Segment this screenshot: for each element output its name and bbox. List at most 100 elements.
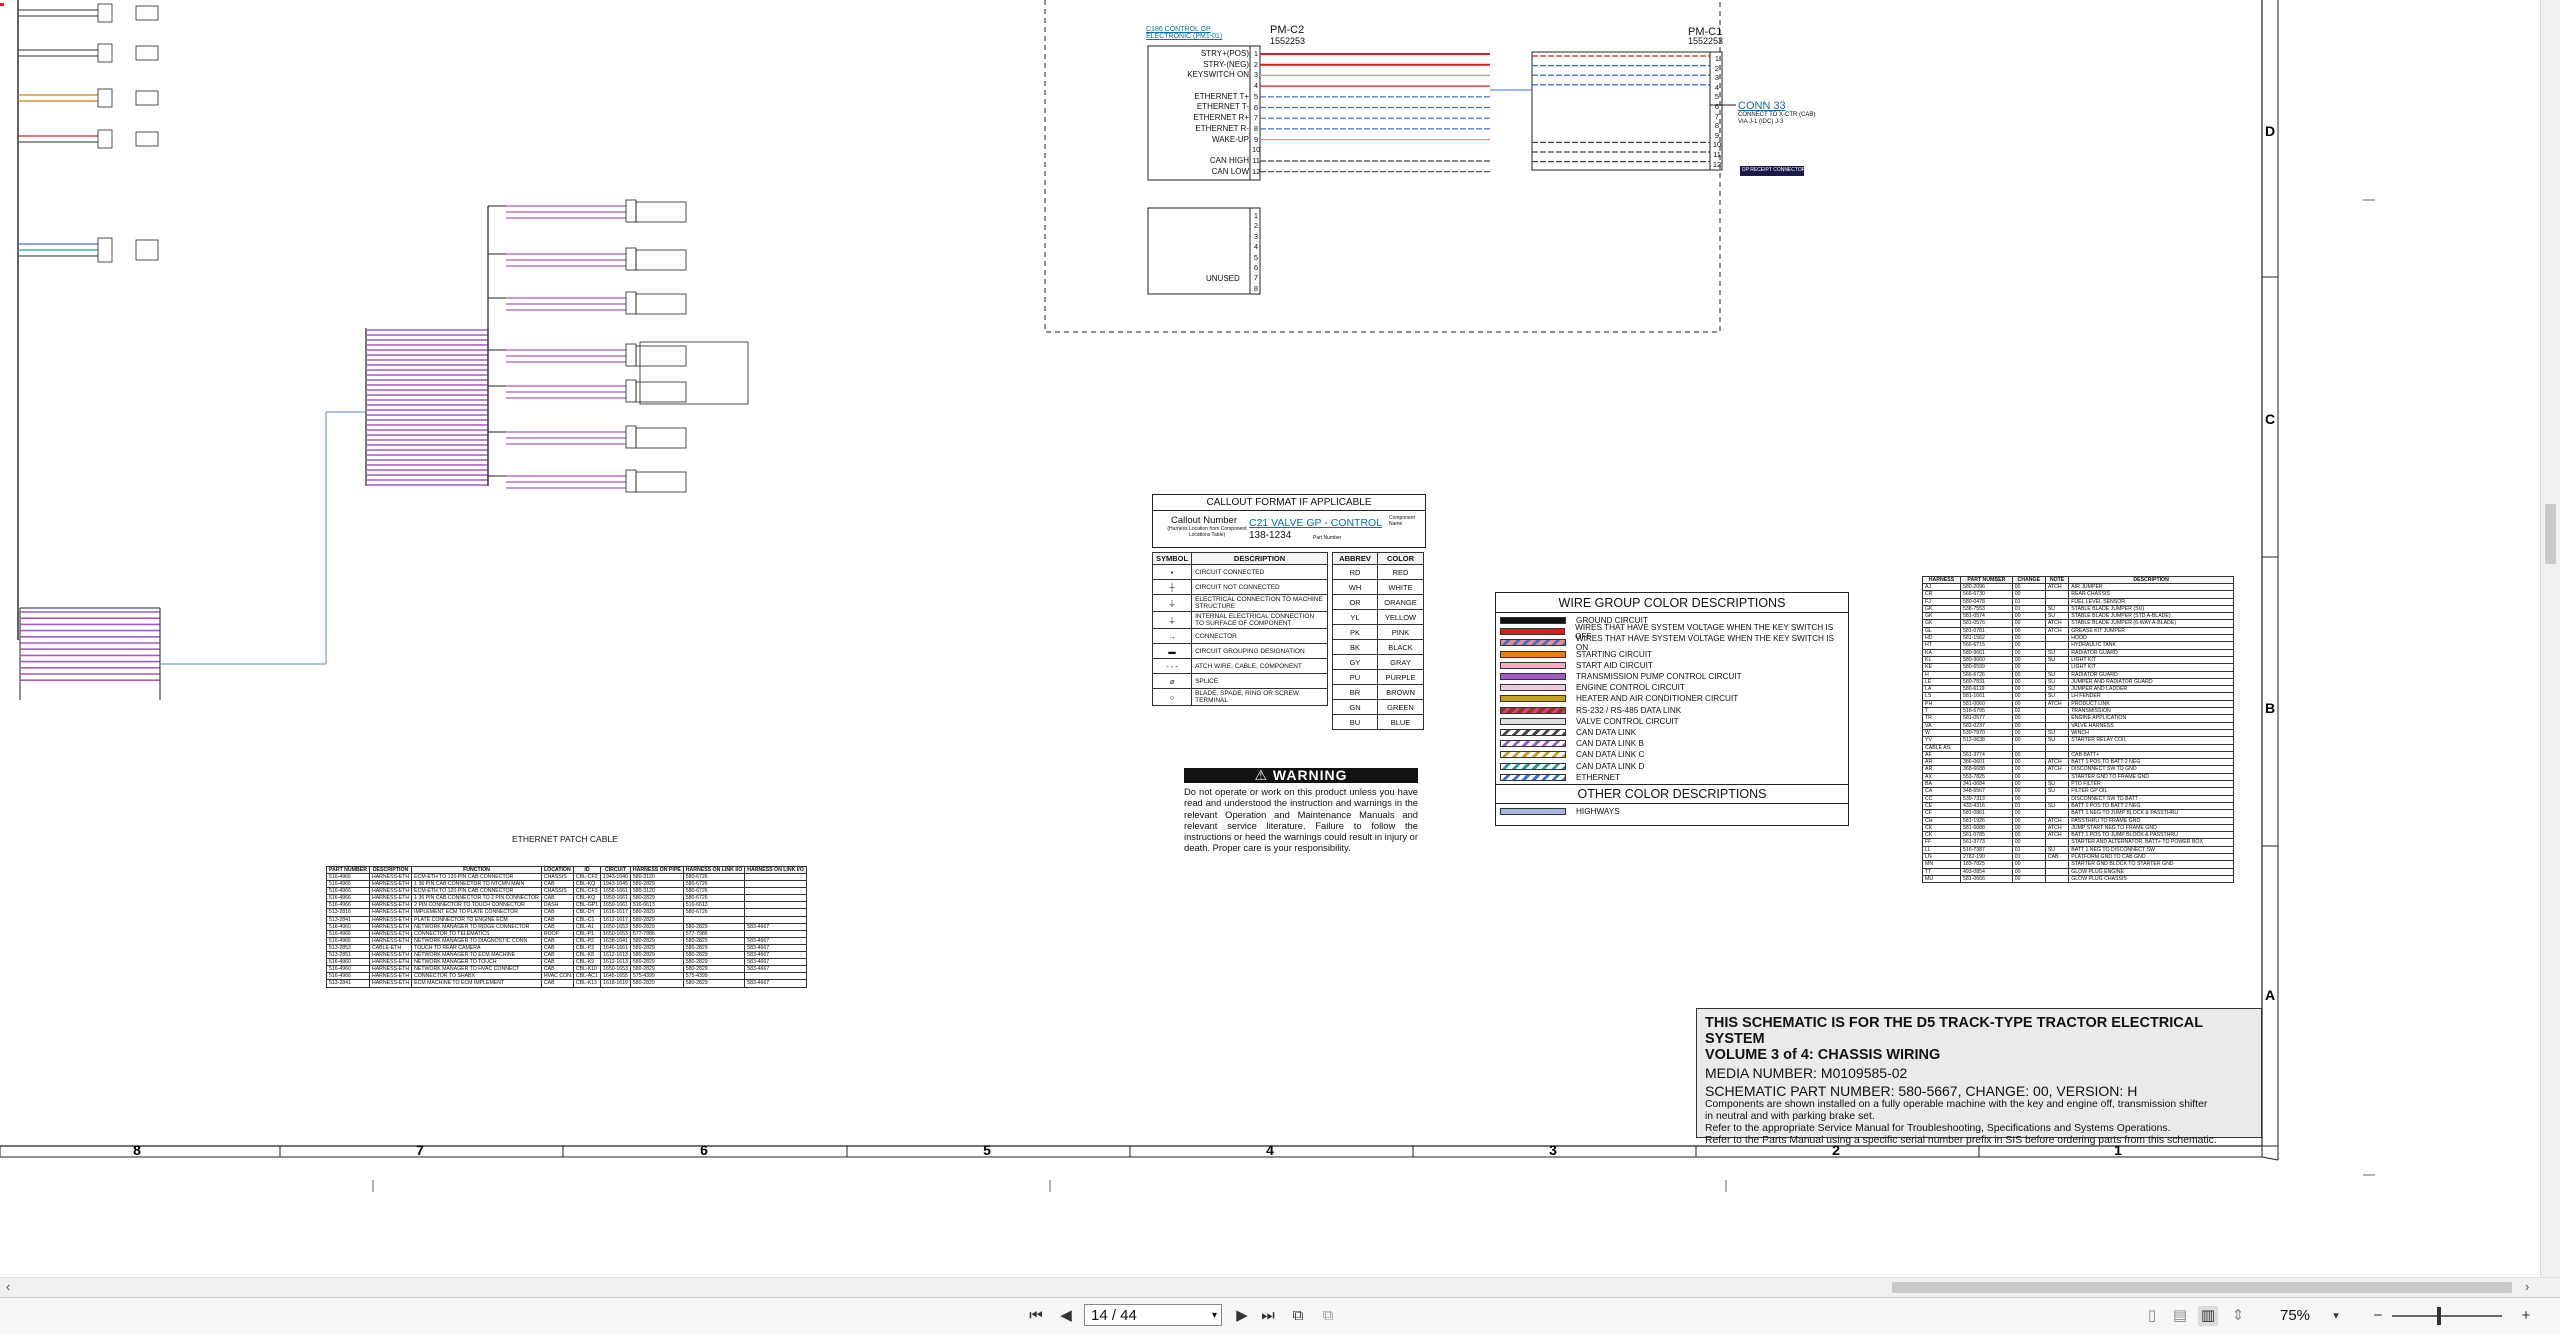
ethernet-row: 516-4966 HARNESS-ETH 1 36 PIN CAB CONNECTO… [326,894,807,903]
ethernet-cell: CONNECTOR TO TELEMATICS [411,929,542,938]
fit-page-icon[interactable]: ⧉ [1288,1306,1308,1326]
harness-cell: 433-4316 [1959,801,2013,811]
harness-cell: 00 [2011,714,2046,723]
pm-c2-callout[interactable]: C186 CONTROL GP ELECTRONIC (PM1-01) [1146,26,1222,40]
continuous-view-icon[interactable]: ▤ [2170,1306,2190,1326]
harness-cell: STARTER AND ALTERNATOR, BATT+ TO POWER B… [2068,838,2234,847]
pm-c2-unused-pin-numbers: 12345678 [1252,211,1260,294]
scroll-mode-icon[interactable]: ⇕ [2228,1306,2248,1326]
ethernet-row: 513-2841 HARNESS-ETH PLATE CONNECTOR TO EN… [326,915,807,924]
ethernet-cell: CABLE-ETH [368,943,413,953]
harness-cell: SU [2044,655,2070,665]
conn-33-description: CONNECT TO X-CTR (CAB) VIA J-1 (IDC) J-3 [1738,112,1816,125]
harness-row: LL 516-7387 01 SU BATT 1 NEG TO DISCONNECT S… [1922,845,2234,855]
harness-cell: TR [1922,714,1961,723]
pm-c2-pin-number: 3 [1253,231,1259,241]
harness-row: VA 582-0237 00 VALVE HARNESS [1922,721,2234,730]
color-abbrev: OR [1332,594,1378,610]
harness-header: HARNESS [1922,576,1961,584]
callout-example[interactable]: C21 VALVE GP - CONTROL [1249,517,1382,529]
zoom-dropdown-icon[interactable]: ▾ [2326,1306,2346,1326]
harness-cell: CK [1922,823,1961,833]
horizontal-scrollbar[interactable]: ‹ › [0,1277,2560,1298]
harness-cell: 539-7970 [1959,728,2013,738]
ethernet-cell: 1638-1641 [600,936,631,945]
ethernet-cell: CBL-P3 [572,943,602,953]
wire-color-swatch [1500,684,1566,692]
conn-33-badge: DP RECEIPT CONNECTOR [1742,167,1806,173]
ethernet-header: HARNESS ON PIPE [629,866,684,874]
harness-row: FF 561-3773 00 STARTER AND ALTERNATOR, BATT… [1922,838,2234,847]
last-page-icon[interactable]: ⏭ [1258,1306,1278,1326]
harness-row: FJ 580-0478 01 FUEL LEVEL SENSOR [1922,597,2234,606]
harness-cell: GL [1922,626,1961,636]
pm-c2-part: 1552253 [1270,36,1306,46]
harness-cell: SU [2044,787,2070,796]
page-dropdown-icon[interactable]: ▾ [1212,1305,1217,1327]
zoom-out-button[interactable]: − [2368,1306,2388,1326]
ethernet-cell: 516-4966 [326,887,370,896]
ethernet-cell: CAB [540,965,574,974]
pm-c2-pin-label: CAN LOW [1211,166,1249,176]
harness-row: CF 581-0861 00 BATT 1 NEG TO JUMP BLOCK & P… [1922,809,2234,818]
horizontal-scroll-thumb[interactable] [1892,1282,2512,1293]
fit-width-icon[interactable]: ⧉ [1318,1306,1338,1326]
color-name: GREEN [1377,699,1424,715]
harness-cell [2011,743,2046,752]
ethernet-cell: CAB [540,943,574,953]
color-row: BK BLACK [1332,639,1424,655]
harness-row: W 539-7970 00 SU WINCH [1922,728,2234,738]
ethernet-cell: HARNESS-ETH [368,894,413,903]
ethernet-cell: HARNESS-ETH [368,972,413,981]
single-page-view-icon[interactable]: ▯ [2142,1306,2162,1326]
ethernet-cell: HARNESS-ETH [368,965,413,974]
harness-cell: CA [1922,787,1961,796]
vertical-scrollbar[interactable] [2540,0,2560,1277]
zoom-slider-knob[interactable] [2437,1307,2441,1325]
previous-page-icon[interactable]: ◀ [1056,1306,1076,1326]
pm-c1-pin-number: 1 [1714,54,1720,63]
harness-cell: 00 [2011,626,2046,636]
scroll-right-icon[interactable]: › [2525,1279,2529,1294]
scroll-left-icon[interactable]: ‹ [6,1279,10,1294]
zoom-in-button[interactable]: + [2516,1306,2536,1326]
harness-cell: FUEL LEVEL SENSOR [2068,597,2234,606]
ethernet-cell: HARNESS-ETH [368,958,413,967]
title-block: THIS SCHEMATIC IS FOR THE D5 TRACK-TYPE … [1696,1008,2262,1146]
harness-cell: 00 [2011,816,2046,825]
ethernet-cell: ECM-ETH TO 120 PIN CAB CONNECTOR [411,887,542,896]
ethernet-cell: CAB [540,979,574,988]
harness-cell: SU [2044,736,2070,745]
ethernet-cell: CBL-KQ [572,894,602,903]
harness-cell [2044,860,2070,869]
harness-row: YV 513-0638 00 SU STARTER RELAY COIL [1922,736,2234,745]
ethernet-cell: NETWORK MANAGER TO ECM MACHINE [411,951,542,960]
pm-c1-pin-number: 2 [1714,63,1720,73]
zoom-slider-track[interactable] [2392,1315,2502,1317]
grid-column-label: 6 [700,1142,708,1158]
harness-cell [2044,641,2070,650]
page-number-field[interactable]: 14 / 44 ▾ [1084,1304,1222,1326]
harness-cell: ATCH [2044,626,2070,636]
harness-cell: STABLE BLADE JUMPER (STD A-BLADE) [2068,612,2234,621]
ethernet-cell: 580-2829 [682,951,746,960]
conn-33-link[interactable]: CONN 33 [1738,100,1786,112]
color-row: OR ORANGE [1332,594,1424,610]
grid-row-labels: D C B A [2265,123,2275,1003]
ethernet-cell: TOUCH TO REAR CAMERA [411,943,542,953]
first-page-icon[interactable]: ⏮ [1026,1306,1046,1326]
grid-column-label: 7 [416,1142,424,1158]
color-abbrev: GN [1332,699,1378,715]
ethernet-cell: 580-2829 [682,965,746,974]
wire-group-row: CAN DATA LINK C [1496,749,1848,760]
wire-group-label: STARTING CIRCUIT [1576,649,1653,659]
harness-row: LA 580-6119 00 SU JUMPER AND LADDER [1922,685,2234,694]
two-page-view-icon[interactable]: ▥ [2198,1306,2218,1326]
vertical-scroll-thumb[interactable] [2545,504,2556,564]
symbol-glyph: - - - [1151,658,1193,674]
harness-cell: 00 [2011,655,2046,665]
symbol-description: CIRCUIT GROUPING DESIGNATION [1191,643,1328,659]
pm-c2-pin-number: 4 [1253,242,1259,252]
next-page-icon[interactable]: ▶ [1232,1306,1252,1326]
ethernet-cell: CBL-AC1 [572,972,602,981]
